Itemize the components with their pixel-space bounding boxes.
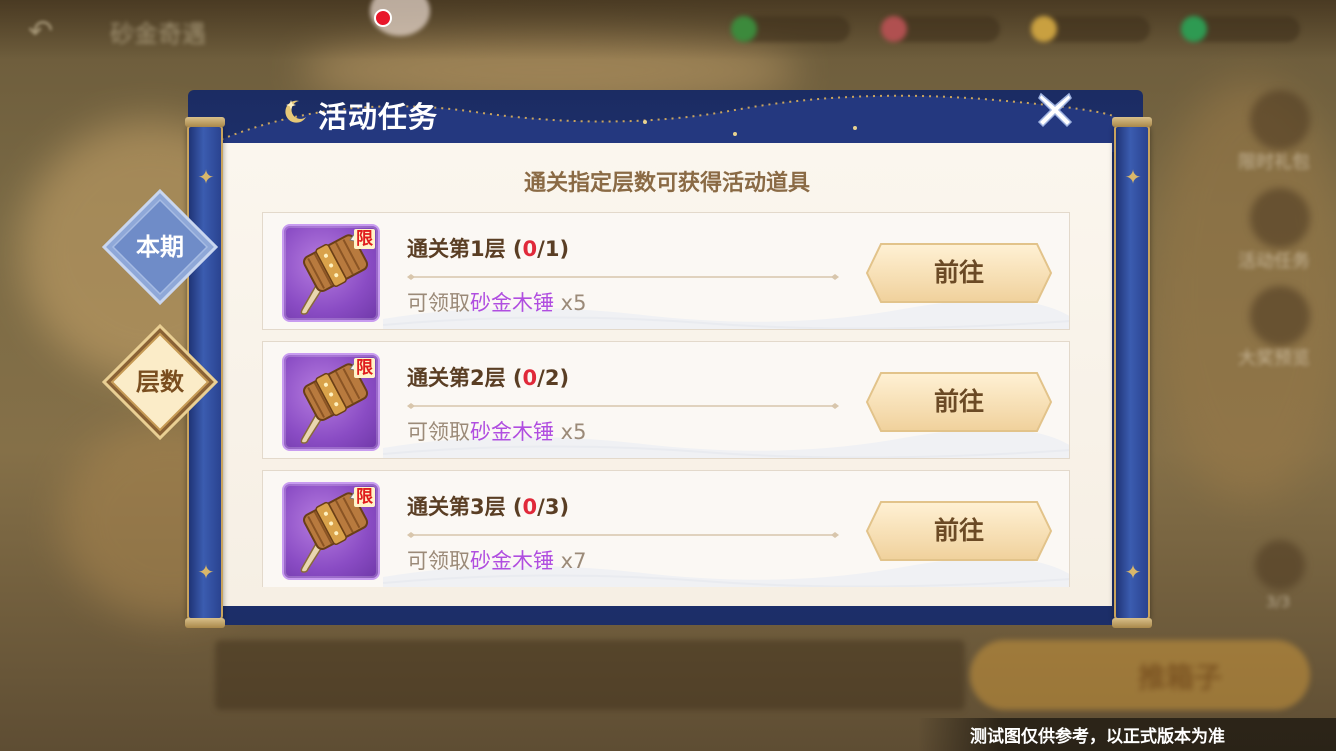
task-divider <box>407 274 839 280</box>
task-reward: 可领取砂金木锤 x5 <box>407 287 586 317</box>
bg-side-label: 活动任务 <box>1238 251 1310 272</box>
dialog-title: 活动任务 <box>318 100 439 134</box>
star-icon: ✦ <box>197 165 215 189</box>
tab-current-period[interactable]: 本期 <box>101 188 219 306</box>
bg-resource <box>1031 16 1150 42</box>
task-title: 通关第1层 (0/1) <box>407 233 569 263</box>
task-progress-total: /3) <box>537 495 570 519</box>
disclaimer-banner: 测试图仅供参考，以正式版本为准 <box>918 718 1336 751</box>
reward-quantity: x5 <box>554 291 587 315</box>
moon-icon <box>285 100 306 123</box>
bg-page-title: 砂金奇遇 <box>110 20 206 48</box>
task-divider <box>407 532 839 538</box>
reward-prefix: 可领取 <box>407 420 470 444</box>
limited-badge: 限 <box>354 358 375 378</box>
bg-push-box-button: 推箱子 <box>970 640 1310 710</box>
bg-side-icon <box>1250 90 1310 150</box>
bg-side-counter: 3/3 <box>1266 593 1291 611</box>
close-button[interactable] <box>1031 86 1079 134</box>
task-list[interactable]: 限通关第1层 (0/1) 可领取砂金木锤 x5 前往限通关第2层 (0/2) 可领取砂… <box>262 212 1072 587</box>
bg-side-icon <box>1250 286 1310 346</box>
task-progress-current: 0 <box>522 495 538 519</box>
bg-back-icon: ↶ <box>28 14 54 49</box>
go-button[interactable]: 前往 <box>865 500 1053 562</box>
task-progress-current: 0 <box>522 366 538 390</box>
reward-item-icon[interactable]: 限 <box>282 353 380 451</box>
reward-prefix: 可领取 <box>407 549 470 573</box>
notification-dot <box>374 9 392 27</box>
go-button-label: 前往 <box>933 387 984 416</box>
limited-badge: 限 <box>354 229 375 249</box>
bg-resource <box>881 16 1000 42</box>
bg-side-icon <box>1255 540 1305 590</box>
task-row: 限 通关第1层 (0/1) 可领取砂金木锤 x5 前往 <box>262 212 1070 330</box>
limited-badge: 限 <box>354 487 375 507</box>
reward-item-icon[interactable]: 限 <box>282 224 380 322</box>
task-progress-open: ( <box>505 237 523 261</box>
bg-blob <box>1150 80 1336 500</box>
close-icon <box>1037 92 1073 128</box>
bg-resource <box>731 16 850 42</box>
bg-side-label: 限时礼包 <box>1238 152 1310 173</box>
reward-item-name: 砂金木锤 <box>470 291 554 315</box>
star-icon: ✦ <box>1124 560 1142 584</box>
star-icon: ✦ <box>1124 165 1142 189</box>
task-progress-current: 0 <box>522 237 538 261</box>
disclaimer-text: 测试图仅供参考，以正式版本为准 <box>970 727 1225 747</box>
task-title: 通关第2层 (0/2) <box>407 362 569 392</box>
tab-current-period-label: 本期 <box>136 233 184 261</box>
reward-quantity: x7 <box>554 549 587 573</box>
task-progress-total: /2) <box>537 366 570 390</box>
reward-item-icon[interactable]: 限 <box>282 482 380 580</box>
go-button-label: 前往 <box>933 516 984 545</box>
task-title-text: 通关第2层 <box>407 366 506 390</box>
reward-prefix: 可领取 <box>407 291 470 315</box>
task-title-text: 通关第1层 <box>407 237 506 261</box>
bg-resource <box>1181 16 1300 42</box>
task-reward: 可领取砂金木锤 x5 <box>407 416 586 446</box>
dialog-subtitle: 通关指定层数可获得活动道具 <box>523 171 810 196</box>
bg-push-box-label: 推箱子 <box>1138 661 1223 694</box>
task-progress-total: /1) <box>537 237 570 261</box>
task-reward: 可领取砂金木锤 x7 <box>407 545 586 575</box>
task-divider <box>407 403 839 409</box>
scroll-roller-right: ✦ ✦ <box>1112 117 1152 628</box>
tab-floor-count[interactable]: 层数 <box>101 323 219 441</box>
go-button[interactable]: 前往 <box>865 242 1053 304</box>
go-button-label: 前往 <box>933 258 984 287</box>
task-progress-open: ( <box>505 366 523 390</box>
reward-item-name: 砂金木锤 <box>470 420 554 444</box>
go-button[interactable]: 前往 <box>865 371 1053 433</box>
bg-side-icon <box>1250 188 1310 248</box>
task-title-text: 通关第3层 <box>407 495 506 519</box>
reward-quantity: x5 <box>554 420 587 444</box>
bg-rules-panel <box>215 640 965 710</box>
task-row: 限 通关第3层 (0/3) 可领取砂金木锤 x7 前往 <box>262 470 1070 587</box>
reward-item-name: 砂金木锤 <box>470 549 554 573</box>
task-row: 限 通关第2层 (0/2) 可领取砂金木锤 x5 前往 <box>262 341 1070 459</box>
task-title: 通关第3层 (0/3) <box>407 491 569 521</box>
bg-side-label: 大奖预览 <box>1238 348 1310 369</box>
tab-floor-count-label: 层数 <box>136 368 184 396</box>
task-progress-open: ( <box>505 495 523 519</box>
star-icon: ✦ <box>197 560 215 584</box>
